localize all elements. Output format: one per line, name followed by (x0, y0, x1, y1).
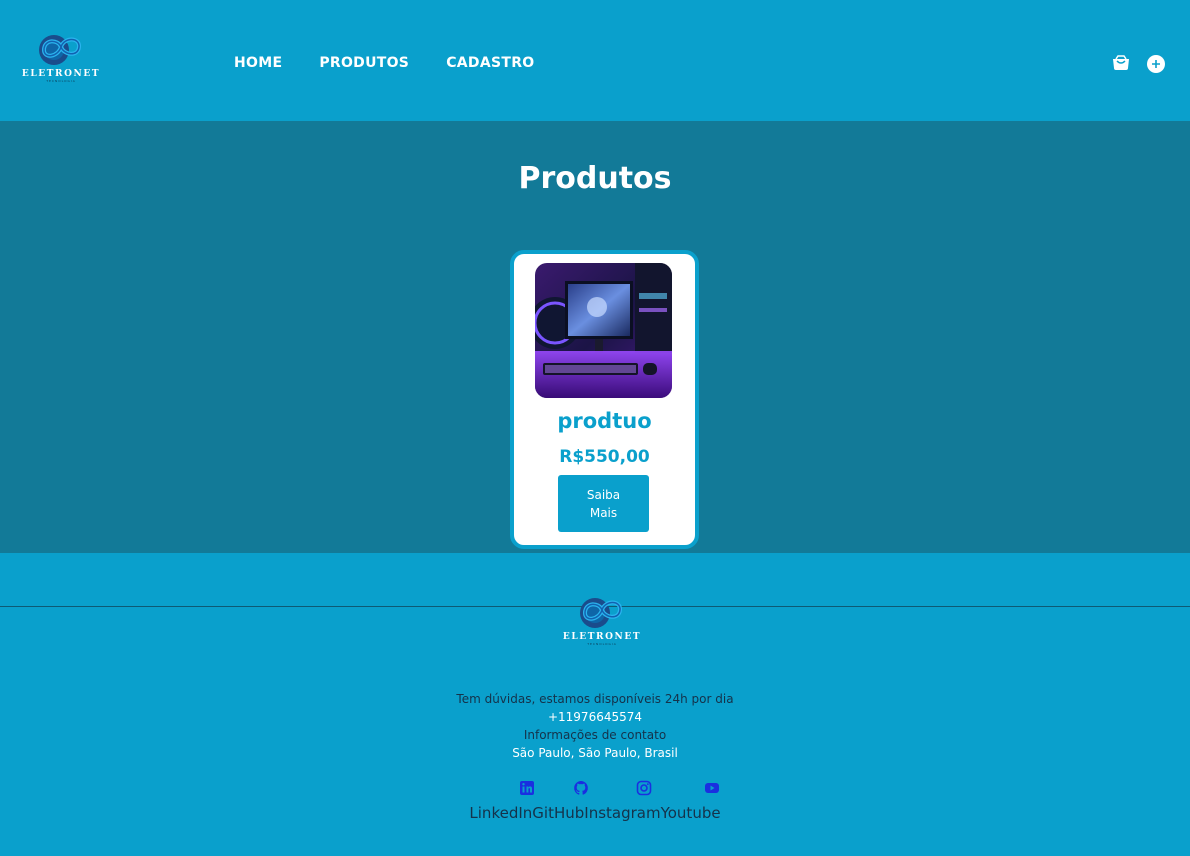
instagram-link[interactable]: Instagram (584, 804, 660, 822)
product-card: prodtuo R$550,00 Saiba Mais (510, 250, 699, 549)
nav-cadastro[interactable]: CADASTRO (446, 54, 534, 72)
page-title: Produtos (518, 161, 672, 196)
cart-icon[interactable] (1112, 54, 1130, 72)
footer-logo: ELETRONET TECNOLOGIA (562, 596, 642, 646)
logo-text: ELETRONET (21, 69, 101, 79)
footer-logo-subtext: TECNOLOGIA (587, 642, 617, 646)
youtube-icon[interactable] (704, 780, 720, 796)
saiba-mais-button[interactable]: Saiba Mais (558, 475, 649, 532)
help-text: Tem dúvidas, estamos disponíveis 24h por… (456, 692, 734, 706)
nav-home[interactable]: HOME (234, 54, 282, 72)
footer-logo-text: ELETRONET (562, 632, 642, 642)
header-logo[interactable]: ELETRONET TECNOLOGIA (21, 33, 101, 83)
product-name: prodtuo (557, 409, 652, 433)
main-nav: HOME PRODUTOS CADASTRO (234, 54, 571, 72)
product-image (535, 263, 672, 398)
phone-number: +11976645574 (547, 710, 643, 724)
logo-subtext: TECNOLOGIA (46, 79, 76, 83)
instagram-icon[interactable] (636, 780, 652, 796)
site-header: ELETRONET TECNOLOGIA HOME PRODUTOS CADAS… (0, 0, 1190, 121)
linkedin-icon[interactable] (519, 780, 535, 796)
infinity-logo-icon (39, 35, 81, 65)
contact-label: Informações de contato (523, 728, 667, 742)
nav-produtos[interactable]: PRODUTOS (319, 54, 409, 72)
location-text: São Paulo, São Paulo, Brasil (512, 746, 678, 760)
social-links: LinkedInGitHubInstagramYoutube (0, 803, 1190, 823)
plus-circle-icon[interactable] (1147, 55, 1165, 73)
product-price: R$550,00 (559, 447, 650, 467)
github-link[interactable]: GitHub (532, 804, 584, 822)
infinity-logo-icon (580, 598, 622, 628)
github-icon[interactable] (573, 780, 589, 796)
youtube-link[interactable]: Youtube (661, 804, 721, 822)
linkedin-link[interactable]: LinkedIn (469, 804, 532, 822)
